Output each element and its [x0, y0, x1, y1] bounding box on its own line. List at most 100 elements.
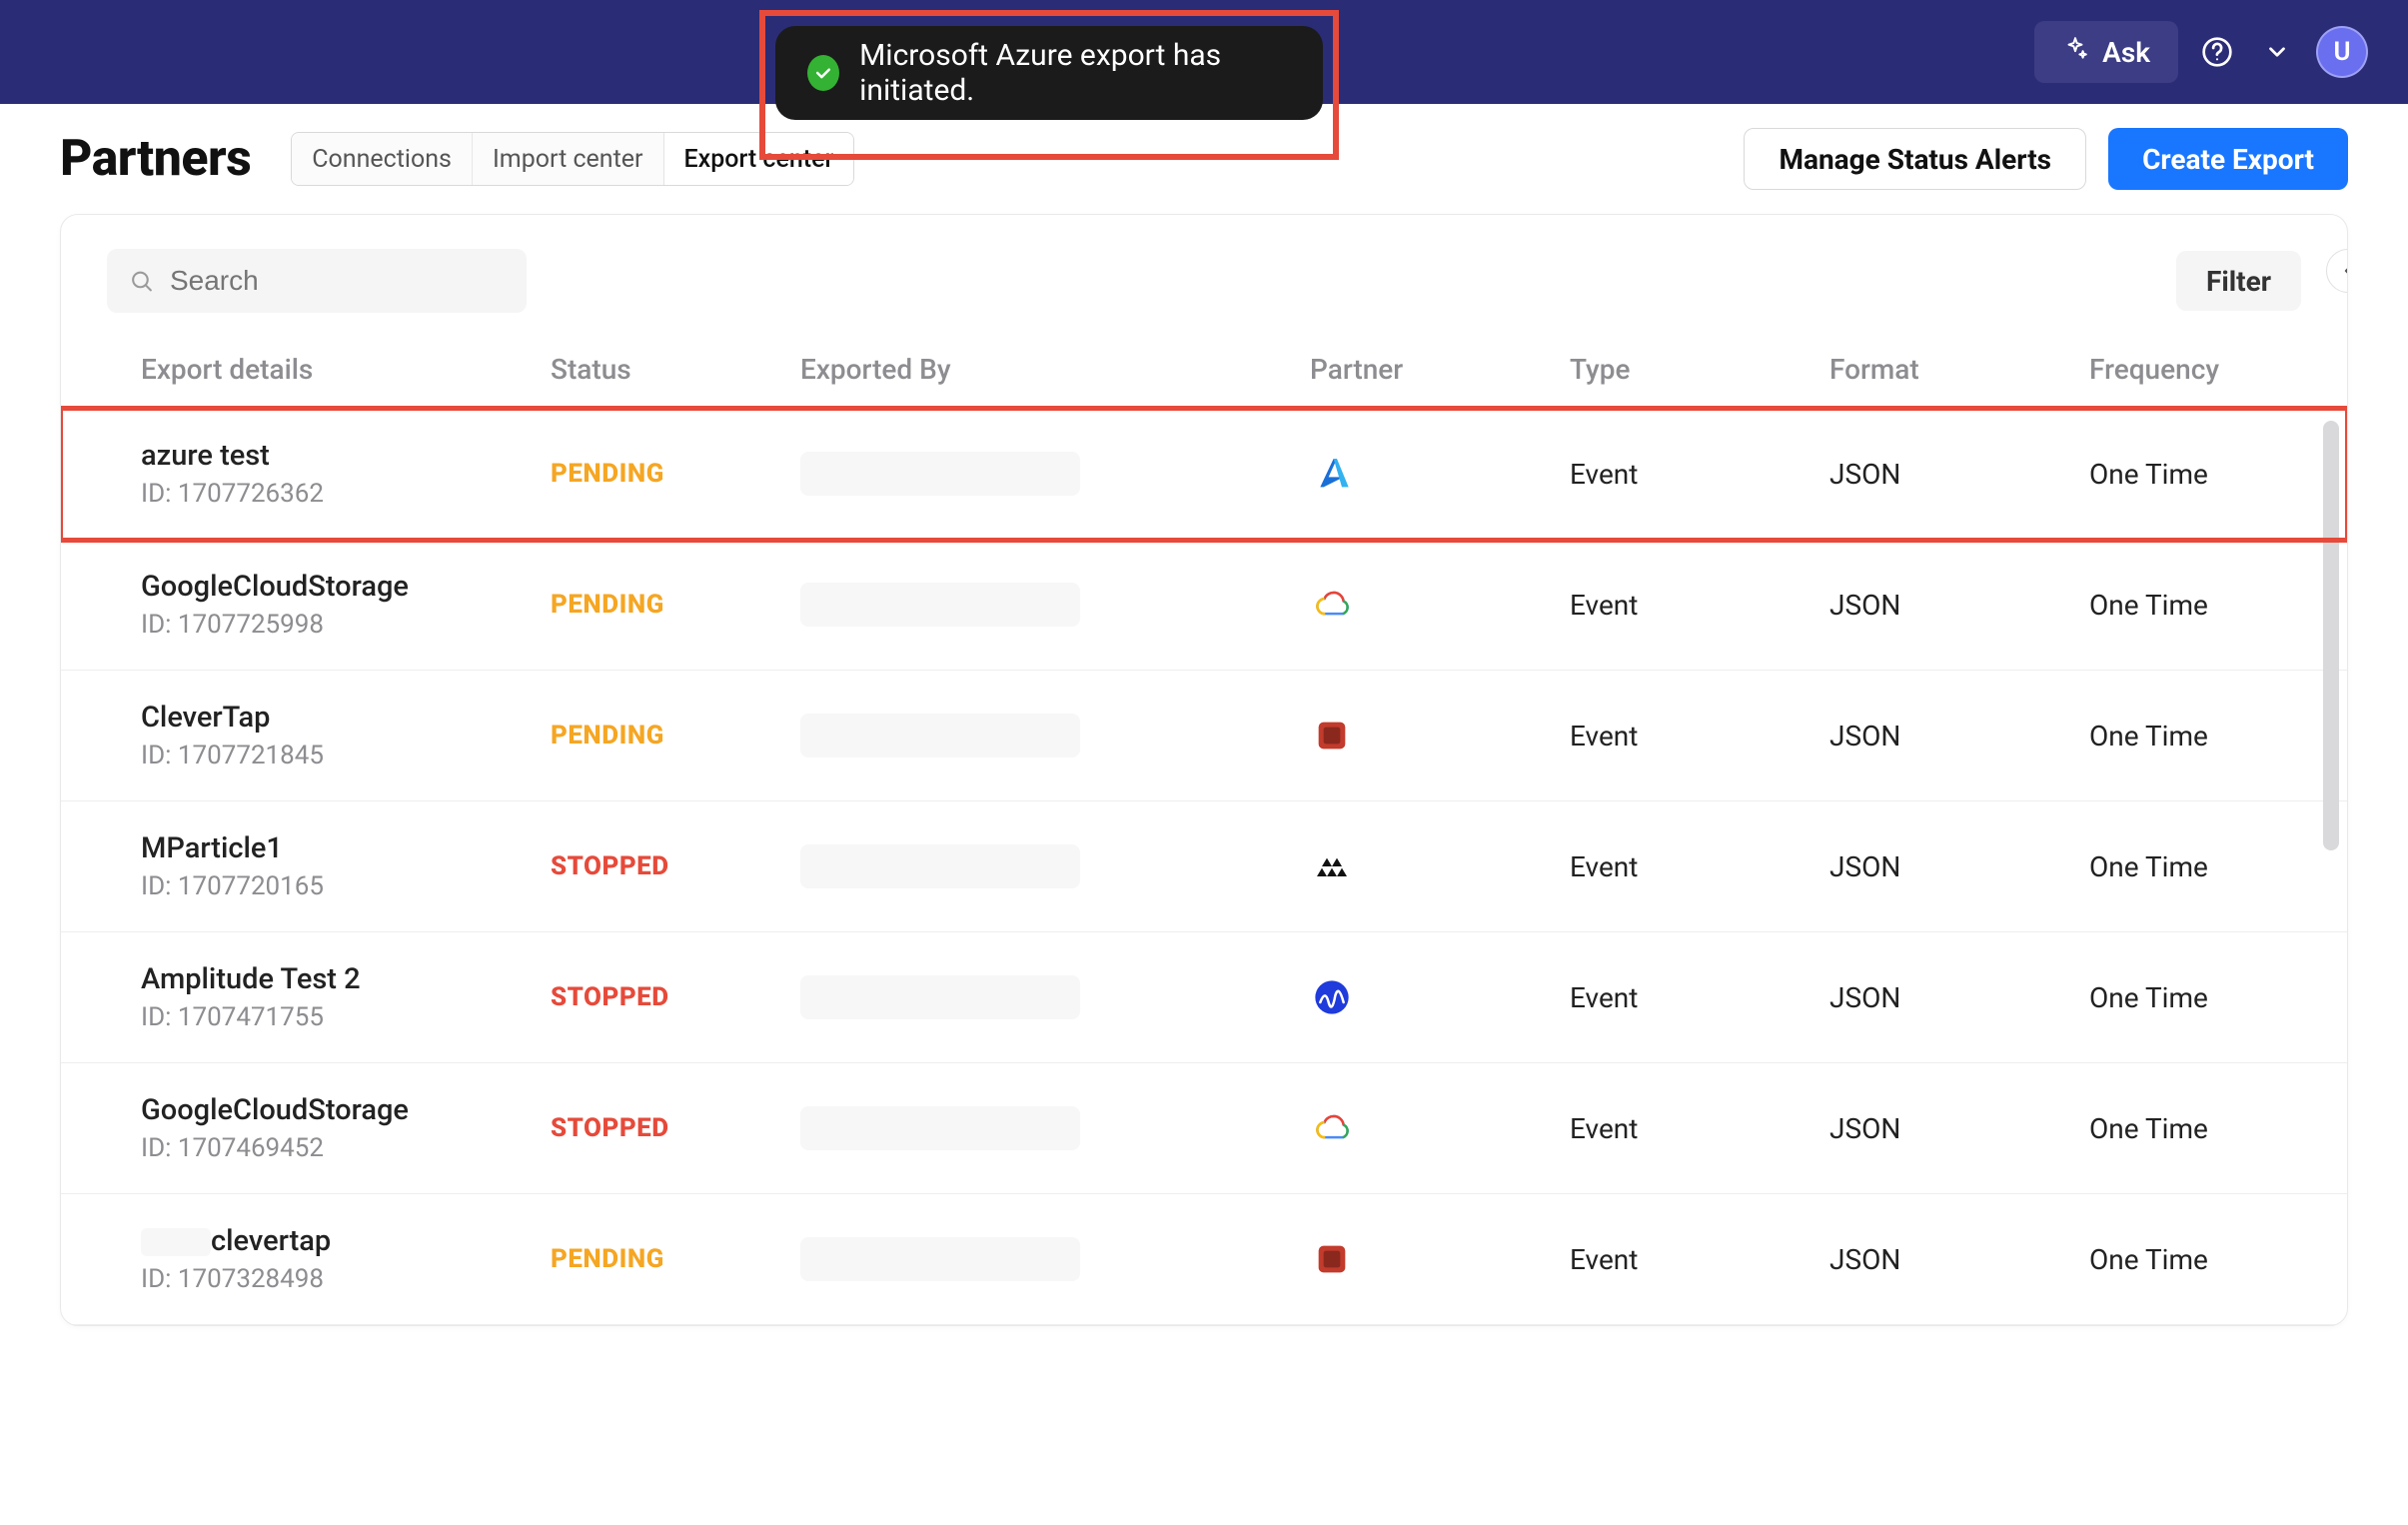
frequency-cell: One Time [2089, 981, 2267, 1014]
status-badge: PENDING [551, 459, 800, 489]
search-input[interactable] [170, 265, 505, 297]
export-details-cell: GoogleCloudStorage ID: 1707725998 [141, 570, 551, 640]
col-frequency: Frequency [2089, 353, 2267, 386]
toast-highlight-frame: Microsoft Azure export has initiated. [759, 10, 1339, 160]
col-exported-by: Exported By [800, 353, 1310, 386]
exported-by-cell [800, 1106, 1310, 1150]
export-name: azure test [141, 439, 551, 473]
col-format: Format [1829, 353, 2089, 386]
format-cell: JSON [1829, 458, 2089, 491]
export-details-cell: azure test ID: 1707726362 [141, 439, 551, 509]
frequency-cell: One Time [2089, 589, 2267, 622]
redacted-name-prefix [141, 1228, 211, 1256]
type-cell: Event [1570, 1243, 1829, 1276]
clevertap-icon [1310, 1237, 1354, 1281]
export-name: Amplitude Test 2 [141, 962, 551, 996]
status-badge: STOPPED [551, 982, 800, 1012]
table-row[interactable]: CleverTapID: 1707721845PENDING EventJSONO… [61, 671, 2347, 801]
chevron-left-icon [2339, 262, 2348, 280]
gcs-icon [1310, 1106, 1354, 1150]
type-cell: Event [1570, 981, 1829, 1014]
more-menu-button[interactable] [2256, 31, 2298, 73]
top-nav: Ask U Microsoft Azure export has initiat… [0, 0, 2408, 104]
table-body: azure testID: 1707726362PENDINGEventJSON… [61, 409, 2347, 1325]
table-row[interactable]: GoogleCloudStorageID: 1707725998PENDINGE… [61, 540, 2347, 671]
status-badge: PENDING [551, 590, 800, 620]
col-type: Type [1570, 353, 1829, 386]
frequency-cell: One Time [2089, 458, 2267, 491]
avatar[interactable]: U [2316, 26, 2368, 78]
export-id: ID: 1707721845 [141, 741, 551, 770]
avatar-initial: U [2333, 37, 2350, 67]
exported-by-cell [800, 583, 1310, 627]
frequency-cell: One Time [2089, 1112, 2267, 1145]
exported-by-cell [800, 452, 1310, 496]
exported-by-cell [800, 844, 1310, 888]
table-row[interactable]: azure test ID: 1707726362PENDING EventJSON… [61, 409, 2347, 540]
success-check-icon [807, 55, 839, 91]
export-id: ID: 1707328498 [141, 1264, 551, 1294]
format-cell: JSON [1829, 720, 2089, 753]
tab-connections[interactable]: Connections [292, 133, 473, 185]
table-row[interactable]: GoogleCloudStorage ID: 1707469452STOPPED E… [61, 1063, 2347, 1194]
table-row[interactable]: Amplitude Test 2 ID: 1707471755STOPPED Eve… [61, 932, 2347, 1063]
format-cell: JSON [1829, 1243, 2089, 1276]
table-row[interactable]: MParticle1ID: 1707720165STOPPEDEventJSON… [61, 801, 2347, 932]
export-name: clevertap [141, 1224, 551, 1258]
type-cell: Event [1570, 850, 1829, 883]
col-status: Status [551, 353, 800, 386]
export-id: ID: 1707725998 [141, 610, 551, 640]
toast-notification: Microsoft Azure export has initiated. [775, 26, 1323, 120]
type-cell: Event [1570, 720, 1829, 753]
redacted-exported-by [800, 1106, 1080, 1150]
status-badge: STOPPED [551, 1113, 800, 1143]
status-badge: PENDING [551, 1244, 800, 1274]
manage-status-alerts-button[interactable]: Manage Status Alerts [1744, 128, 2086, 190]
export-name: GoogleCloudStorage [141, 570, 551, 604]
export-id: ID: 1707471755 [141, 1002, 551, 1032]
export-name: MParticle1 [141, 831, 551, 865]
page-title: Partners [60, 130, 251, 188]
title-and-tabs: Partners ConnectionsImport centerExport … [60, 130, 854, 188]
ask-label: Ask [2102, 36, 2150, 69]
frequency-cell: One Time [2089, 720, 2267, 753]
export-name: GoogleCloudStorage [141, 1093, 551, 1127]
table-row[interactable]: clevertap ID: 1707328498PENDING EventJSONO… [61, 1194, 2347, 1325]
export-details-cell: GoogleCloudStorage ID: 1707469452 [141, 1093, 551, 1163]
table-header: Export details Status Exported By Partne… [61, 343, 2347, 409]
export-id: ID: 1707726362 [141, 479, 551, 509]
status-badge: PENDING [551, 721, 800, 751]
tab-import-center[interactable]: Import center [473, 133, 664, 185]
col-export-details: Export details [141, 353, 551, 386]
ask-button[interactable]: Ask [2034, 21, 2178, 83]
help-button[interactable] [2196, 31, 2238, 73]
redacted-exported-by [800, 975, 1080, 1019]
export-details-cell: clevertap ID: 1707328498 [141, 1224, 551, 1294]
redacted-exported-by [800, 1237, 1080, 1281]
azure-icon [1310, 452, 1354, 496]
chevron-down-icon [2264, 39, 2290, 65]
format-cell: JSON [1829, 981, 2089, 1014]
export-details-cell: MParticle1 ID: 1707720165 [141, 831, 551, 901]
frequency-cell: One Time [2089, 1243, 2267, 1276]
search-box[interactable] [107, 249, 527, 313]
type-cell: Event [1570, 458, 1829, 491]
export-details-cell: CleverTapID: 1707721845 [141, 701, 551, 770]
redacted-exported-by [800, 714, 1080, 758]
gcs-icon [1310, 583, 1354, 627]
create-export-button[interactable]: Create Export [2108, 128, 2348, 190]
export-id: ID: 1707720165 [141, 871, 551, 901]
status-badge: STOPPED [551, 851, 800, 881]
export-details-cell: Amplitude Test 2 ID: 1707471755 [141, 962, 551, 1032]
exported-by-cell [800, 975, 1310, 1019]
export-id: ID: 1707469452 [141, 1133, 551, 1163]
toast-message: Microsoft Azure export has initiated. [859, 38, 1291, 108]
header-actions: Manage Status Alerts Create Export [1744, 128, 2348, 190]
filter-button[interactable]: Filter [2176, 251, 2301, 311]
search-icon [129, 267, 154, 295]
redacted-exported-by [800, 452, 1080, 496]
format-cell: JSON [1829, 1112, 2089, 1145]
help-circle-icon [2201, 36, 2233, 68]
card-toolbar: Filter [61, 215, 2347, 343]
type-cell: Event [1570, 1112, 1829, 1145]
